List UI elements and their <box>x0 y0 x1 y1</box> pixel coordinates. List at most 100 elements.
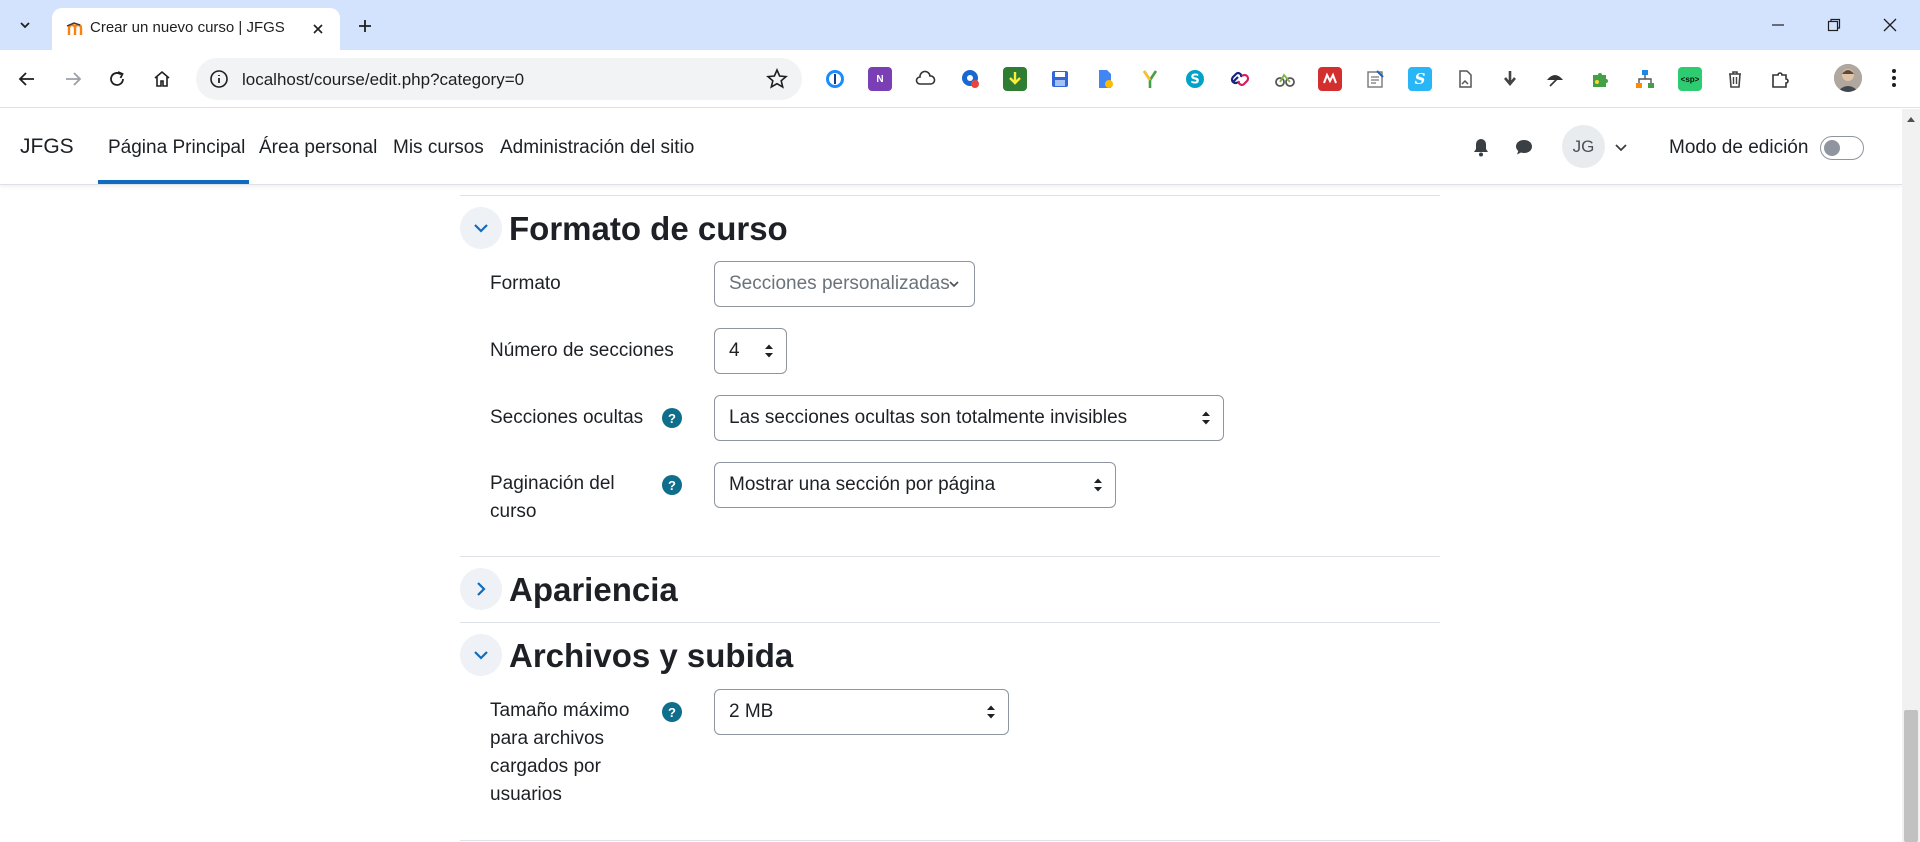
site-navbar: JFGS Página Principal Área personal Mis … <box>0 109 1902 185</box>
help-icon[interactable]: ? <box>662 475 682 495</box>
badge-icon[interactable] <box>958 67 982 91</box>
svg-text:S: S <box>1190 73 1199 88</box>
forward-button[interactable] <box>57 63 89 95</box>
bike-icon[interactable] <box>1273 67 1297 91</box>
user-photo-icon <box>1834 64 1862 92</box>
max-upload-select[interactable]: 2 MB <box>714 689 1009 735</box>
onenote-icon[interactable]: N <box>868 67 892 91</box>
mendeley-icon[interactable] <box>1318 67 1342 91</box>
user-avatar[interactable]: JG <box>1562 125 1605 168</box>
home-button[interactable] <box>146 63 178 95</box>
section-title-course-format[interactable]: Formato de curso <box>509 210 788 248</box>
address-bar[interactable]: localhost/course/edit.php?category=0 <box>196 58 802 100</box>
back-button[interactable] <box>11 63 43 95</box>
section-divider <box>460 840 1440 841</box>
download-icon[interactable] <box>1498 67 1522 91</box>
s2-icon[interactable]: S <box>1408 67 1432 91</box>
pagination-value: Mostrar una sección por página <box>729 474 996 495</box>
active-nav-indicator <box>98 180 249 184</box>
close-window-button[interactable] <box>1862 0 1918 50</box>
expand-appearance-button[interactable] <box>460 568 502 610</box>
scroll-up-arrow-icon[interactable] <box>1905 114 1917 124</box>
tab-title: Crear un nuevo curso | JFGS <box>90 19 285 36</box>
pagination-label: Paginación del curso <box>490 473 615 522</box>
url-text[interactable]: localhost/course/edit.php?category=0 <box>242 70 524 90</box>
bookmark-star-icon[interactable] <box>766 68 788 90</box>
edit-mode-label: Modo de edición <box>1669 137 1809 158</box>
pagination-select[interactable]: Mostrar una sección por página <box>714 462 1116 508</box>
doc-ext-icon[interactable] <box>1093 67 1117 91</box>
browser-tabstrip: Crear un nuevo curso | JFGS <box>0 0 1920 50</box>
umbrella-icon[interactable] <box>1543 67 1567 91</box>
save-icon[interactable] <box>1048 67 1072 91</box>
section-title-appearance[interactable]: Apariencia <box>509 571 678 609</box>
sp-icon[interactable]: <sp> <box>1678 67 1702 91</box>
more-vertical-icon <box>1892 69 1896 87</box>
section-title-files[interactable]: Archivos y subida <box>509 637 793 675</box>
toggle-knob <box>1824 140 1840 156</box>
scrollbar-thumb[interactable] <box>1904 710 1918 842</box>
nav-link-home[interactable]: Página Principal <box>108 137 245 159</box>
plus-icon <box>359 20 371 32</box>
home-icon <box>154 70 170 87</box>
arrow-right-icon <box>66 72 82 86</box>
chevron-down-icon[interactable] <box>1612 138 1630 156</box>
download-ext-icon[interactable] <box>1003 67 1027 91</box>
format-select-value: Secciones personalizadas <box>729 273 950 294</box>
new-tab-button[interactable] <box>351 12 379 40</box>
edit-mode-toggle[interactable] <box>1820 136 1864 160</box>
tab-close-button[interactable] <box>306 17 330 41</box>
nav-link-my-courses[interactable]: Mis cursos <box>393 137 484 159</box>
hidden-sections-select[interactable]: Las secciones ocultas son totalmente inv… <box>714 395 1224 441</box>
hidden-sections-label: Secciones ocultas <box>490 407 644 428</box>
help-icon[interactable]: ? <box>662 408 682 428</box>
close-icon <box>1883 18 1897 32</box>
num-sections-value: 4 <box>729 340 740 361</box>
file-icon[interactable] <box>1453 67 1477 91</box>
select-arrows-icon <box>987 705 995 719</box>
nav-link-site-admin[interactable]: Administración del sitio <box>500 137 694 159</box>
browser-toolbar: localhost/course/edit.php?category=0 N S… <box>0 50 1920 108</box>
minimize-icon <box>1772 24 1784 26</box>
num-sections-select[interactable]: 4 <box>714 328 787 374</box>
num-sections-label: Número de secciones <box>490 340 674 361</box>
s-icon[interactable]: S <box>1183 67 1207 91</box>
extensions-icon[interactable] <box>1768 67 1792 91</box>
max-upload-value: 2 MB <box>729 701 774 722</box>
format-select[interactable]: Secciones personalizadas <box>714 261 975 307</box>
chevron-right-icon <box>477 582 486 596</box>
hidden-sections-value: Las secciones ocultas son totalmente inv… <box>729 407 1128 428</box>
section-divider <box>460 556 1440 557</box>
tab-search-button[interactable] <box>12 12 38 38</box>
reload-icon <box>110 71 124 86</box>
browser-tab-active[interactable]: Crear un nuevo curso | JFGS <box>52 8 340 50</box>
max-upload-label: Tamaño máximo para archivos cargados por… <box>490 700 630 805</box>
y-icon[interactable] <box>1138 67 1162 91</box>
profile-avatar[interactable] <box>1834 64 1862 92</box>
restore-button[interactable] <box>1806 0 1862 50</box>
puzzle-green-icon[interactable] <box>1588 67 1612 91</box>
help-icon[interactable]: ? <box>662 702 682 722</box>
note-icon[interactable] <box>1363 67 1387 91</box>
collapse-course-format-button[interactable] <box>460 207 502 249</box>
select-arrows-icon <box>765 344 773 358</box>
site-brand[interactable]: JFGS <box>20 135 74 159</box>
bell-icon[interactable] <box>1470 136 1492 158</box>
close-icon <box>313 24 323 34</box>
tree-icon[interactable] <box>1633 67 1657 91</box>
site-info-icon[interactable] <box>208 68 230 90</box>
nav-link-dashboard[interactable]: Área personal <box>259 137 377 159</box>
cloud-icon[interactable] <box>913 67 937 91</box>
reload-button[interactable] <box>101 63 133 95</box>
collapse-files-button[interactable] <box>460 634 502 676</box>
messages-icon[interactable] <box>1513 136 1535 158</box>
select-arrows-icon <box>1094 478 1102 492</box>
1password-icon[interactable] <box>823 67 847 91</box>
chevron-down-icon <box>474 651 488 660</box>
browser-menu-button[interactable] <box>1880 64 1908 92</box>
link-icon[interactable] <box>1228 67 1252 91</box>
minimize-button[interactable] <box>1750 0 1806 50</box>
arrow-left-icon <box>18 72 34 86</box>
section-divider <box>460 622 1440 623</box>
trash-icon[interactable] <box>1723 67 1747 91</box>
